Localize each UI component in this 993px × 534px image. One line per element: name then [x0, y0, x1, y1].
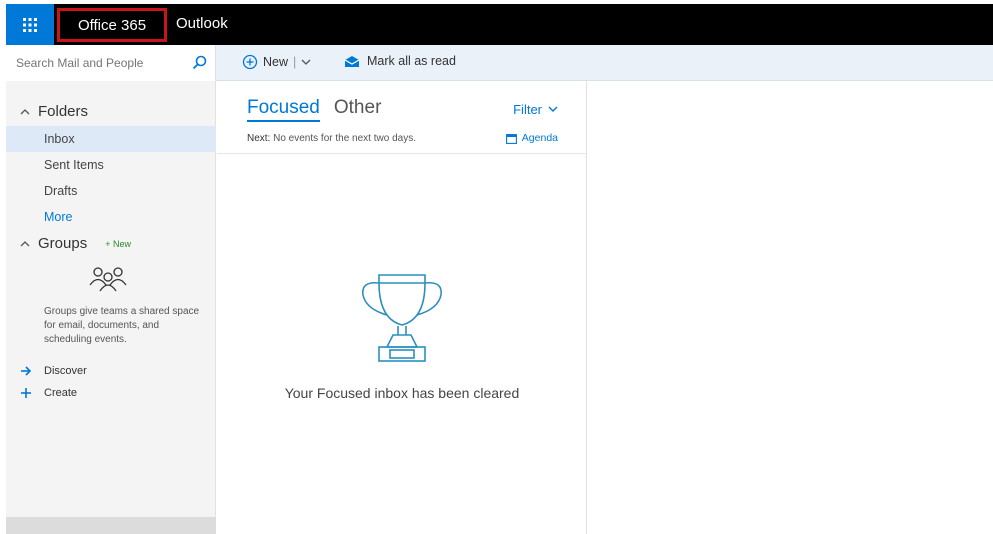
folders-heading: Folders [38, 103, 89, 120]
groups-description: Groups give teams a shared space for ema… [44, 306, 200, 345]
discover-label: Discover [44, 365, 87, 377]
divider [217, 153, 587, 154]
sidebar-item-inbox[interactable]: Inbox [6, 126, 216, 152]
filter-label: Filter [513, 102, 542, 117]
chevron-up-icon [20, 109, 30, 115]
message-list: Focused Other Filter Next: No events for… [217, 81, 587, 534]
chevron-down-icon [548, 106, 558, 112]
create-link[interactable]: Create [20, 387, 77, 399]
new-badge: + New [105, 238, 131, 249]
plus-circle-icon [242, 54, 258, 70]
calendar-icon [505, 133, 517, 144]
reading-pane [588, 81, 993, 534]
trophy-icon [362, 274, 442, 362]
inbox-pivot: Focused Other [247, 97, 381, 122]
bottom-app-bar [6, 517, 216, 534]
people-icon [89, 267, 127, 292]
waffle-icon [23, 17, 37, 32]
new-badge-label: New [112, 238, 131, 249]
sidebar-item-drafts[interactable]: Drafts [6, 178, 216, 204]
mark-all-read-button[interactable]: Mark all as read [344, 54, 456, 68]
search-icon[interactable] [192, 55, 207, 70]
agenda-button[interactable]: Agenda [505, 132, 558, 144]
agenda-label: Agenda [521, 132, 558, 144]
discover-link[interactable]: Discover [20, 365, 87, 377]
app-launcher-button[interactable] [6, 4, 54, 45]
plus-icon [21, 388, 31, 398]
arrow-right-icon [21, 366, 32, 376]
mark-all-read-label: Mark all as read [367, 54, 456, 68]
folders-header[interactable]: Folders [20, 103, 88, 120]
office365-brand-link[interactable]: Office 365 [57, 8, 167, 42]
sidebar-item-sent-items[interactable]: Sent Items [6, 152, 216, 178]
new-button-label: New [263, 55, 289, 69]
new-button[interactable]: New | [242, 54, 311, 70]
new-separator: | [293, 55, 297, 69]
create-label: Create [44, 387, 78, 399]
groups-header[interactable]: Groups + New [20, 235, 131, 252]
sidebar-item-more[interactable]: More [6, 204, 216, 230]
chevron-down-icon[interactable] [301, 58, 311, 66]
chevron-up-icon [20, 241, 30, 247]
left-navigation: Folders Inbox Sent Items Drafts More Gro… [6, 81, 216, 534]
next-event-notice: Next: No events for the next two days. [247, 133, 416, 144]
groups-heading: Groups [38, 235, 88, 252]
command-bar: New | Mark all as read [6, 45, 993, 81]
tab-focused[interactable]: Focused [247, 97, 320, 122]
search-input[interactable] [16, 56, 176, 70]
empty-inbox-message: Your Focused inbox has been cleared [284, 385, 520, 401]
next-event-text: No events for the next two days. [270, 133, 416, 144]
filter-button[interactable]: Filter [513, 102, 558, 117]
search-box [6, 45, 216, 81]
app-name[interactable]: Outlook [176, 15, 228, 32]
envelope-open-icon [344, 55, 360, 67]
top-bar: Office 365 Outlook [6, 4, 993, 45]
next-prefix: Next: [247, 133, 271, 144]
tab-other[interactable]: Other [334, 97, 382, 122]
